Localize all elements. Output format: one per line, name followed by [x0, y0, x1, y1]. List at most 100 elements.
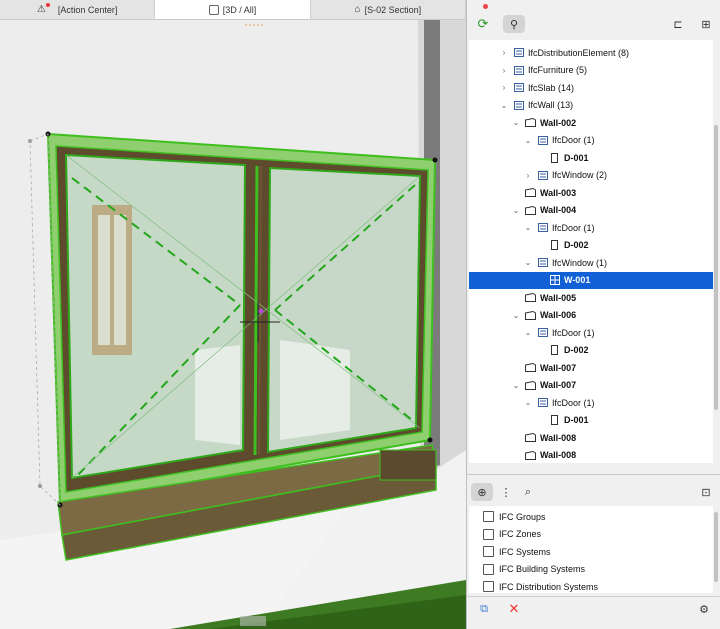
tree-row[interactable]: › IfcWindow (2): [469, 167, 713, 184]
disclosure-arrow-icon[interactable]: ›: [499, 66, 509, 75]
tree-row-label: Wall-007: [540, 380, 577, 390]
tree-row[interactable]: ⌄ Wall-007: [469, 377, 713, 394]
filter-view-button[interactable]: ⚲: [503, 15, 525, 33]
disclosure-arrow-icon[interactable]: ⌄: [511, 206, 521, 215]
tree-options-button[interactable]: ⊞: [695, 15, 717, 33]
close-dot[interactable]: [483, 4, 488, 9]
3d-scene[interactable]: [0, 20, 466, 629]
search-button[interactable]: ⌕: [517, 483, 539, 501]
tab-action-center[interactable]: ⚠ [Action Center]: [0, 0, 156, 19]
tree-row[interactable]: Wall-005: [469, 289, 713, 306]
view-tab-bar: ⚠ [Action Center] [3D / All] ⌂ [S-02 Sec…: [0, 0, 466, 20]
ifc-groups-list[interactable]: IFC Groups IFC Zones IFC Systems IFC Buildi…: [469, 506, 713, 593]
tree-row-label: Wall-008: [540, 432, 577, 443]
ifc-systems-icon: [483, 546, 494, 557]
3d-viewport[interactable]: [0, 20, 466, 629]
tree-row[interactable]: D-002: [469, 237, 713, 254]
hierarchy-view-button[interactable]: ⋮: [495, 483, 517, 501]
group-list-label: IFC Building Systems: [499, 564, 586, 574]
tab-3d-all[interactable]: [3D / All]: [155, 0, 311, 19]
tree-row-label: IfcDoor (1): [552, 327, 595, 338]
tree-row[interactable]: ⌄ Wall-006: [469, 307, 713, 324]
refresh-button[interactable]: ⟳: [472, 15, 494, 33]
tree-row-label: D-002: [564, 345, 589, 355]
tree-row[interactable]: ⌄ Wall-002: [469, 114, 713, 131]
group-list-label: IFC Distribution Systems: [499, 581, 599, 592]
tree-row[interactable]: ⌄ IfcDoor (1): [469, 394, 713, 411]
disclosure-arrow-icon[interactable]: ⌄: [523, 136, 533, 145]
tree-row[interactable]: ⌄ IfcDoor (1): [469, 324, 713, 341]
disclosure-arrow-icon[interactable]: ⌄: [523, 398, 533, 407]
tree-row[interactable]: › IfcFurniture (5): [469, 62, 713, 79]
group-list-item[interactable]: IFC Systems: [483, 543, 551, 560]
tab-section[interactable]: ⌂ [S-02 Section]: [311, 0, 466, 19]
tree-row[interactable]: W-001: [469, 271, 713, 289]
panel-divider[interactable]: [467, 474, 720, 475]
settings-button[interactable]: ⚙: [693, 600, 715, 618]
ifc-class-icon: [537, 258, 548, 267]
disclosure-arrow-icon[interactable]: ⌄: [523, 223, 533, 232]
disclosure-arrow-icon[interactable]: ⌄: [523, 328, 533, 337]
tree-row[interactable]: Wall-008: [469, 429, 713, 446]
navigator-toolbar: ⟳ ⚲ ⊏ ⊞: [467, 12, 720, 36]
tree-row[interactable]: ⌄ IfcWindow (1): [469, 254, 713, 271]
tree-row-label: IfcWall (13): [528, 100, 574, 110]
tree-row[interactable]: › IfcSlab (14): [469, 79, 713, 96]
ifc-tree[interactable]: › IfcDistributionElement (8) › IfcFurniture…: [469, 40, 713, 463]
tree-row[interactable]: ⌄ IfcWall (13): [469, 97, 713, 114]
notification-dot: [45, 2, 50, 7]
disclosure-arrow-icon[interactable]: ⌄: [499, 101, 509, 110]
search-icon: ⌕: [524, 485, 532, 498]
group-list-item[interactable]: IFC Groups: [483, 508, 546, 525]
wall-icon: [525, 293, 536, 302]
tree-row[interactable]: D-002: [469, 342, 713, 359]
tree-row[interactable]: Wall-008: [469, 447, 713, 464]
group-list-item[interactable]: IFC Zones: [483, 526, 541, 543]
tree-row[interactable]: Wall-007: [469, 359, 713, 376]
ifc-navigator-panel: ⟳ ⚲ ⊏ ⊞ › IfcDistributionElement (8) › IfcF…: [466, 0, 720, 629]
tree-row[interactable]: D-001: [469, 149, 713, 166]
tree-row-label: IfcWindow (2): [552, 170, 608, 180]
tree-row[interactable]: ⌄ IfcDoor (1): [469, 132, 713, 149]
wall-icon: [525, 118, 536, 127]
ifc-class-icon: [537, 328, 548, 337]
tree-row-label: IfcWindow (1): [552, 257, 608, 268]
tree-row[interactable]: Wall-003: [469, 184, 713, 201]
groups-options-button[interactable]: ⊡: [695, 483, 717, 501]
tree-row[interactable]: ⌄ IfcDoor (1): [469, 219, 713, 236]
disclosure-arrow-icon[interactable]: ⌄: [511, 381, 521, 390]
disclosure-arrow-icon[interactable]: ⌄: [523, 258, 533, 267]
cube-icon: [208, 4, 219, 15]
disclosure-arrow-icon[interactable]: ›: [499, 48, 509, 57]
tree-row-label: W-001: [564, 275, 591, 285]
disclosure-arrow-icon[interactable]: ›: [523, 171, 533, 180]
groups-scrollbar[interactable]: [714, 512, 718, 582]
ifc-class-icon: [537, 135, 548, 145]
groups-view-button[interactable]: ⊕: [471, 483, 493, 501]
tree-row-label: Wall-002: [540, 117, 577, 128]
tree-row[interactable]: ⌄ Wall-004: [469, 202, 713, 219]
group-list-item[interactable]: IFC Distribution Systems: [483, 578, 598, 593]
tree-row-label: Wall-004: [540, 205, 577, 215]
tree-row[interactable]: D-001: [469, 412, 713, 429]
groups-options-icon: ⊡: [701, 486, 711, 499]
disclosure-arrow-icon[interactable]: ⌄: [511, 311, 521, 320]
tree-row-label: D-002: [564, 240, 589, 250]
assign-button[interactable]: ⧉: [473, 600, 495, 618]
ifc-building-systems-icon: [483, 563, 494, 575]
tree-row[interactable]: › IfcDistributionElement (8): [469, 44, 713, 61]
disclosure-arrow-icon[interactable]: ›: [499, 83, 509, 92]
disclosure-arrow-icon[interactable]: ⌄: [511, 118, 521, 127]
door-icon: [549, 345, 560, 355]
tree-row-label: IfcFurniture (5): [528, 65, 588, 75]
tree-layout-button[interactable]: ⊏: [667, 15, 689, 33]
ifc-class-icon: [513, 65, 524, 75]
panel-bottom-bar: ⧉ ✕ ⚙: [467, 596, 720, 620]
tree-row-label: IfcDoor (1): [552, 397, 595, 408]
tree-scrollbar[interactable]: [714, 125, 718, 410]
tree-row-label: IfcDoor (1): [552, 222, 595, 233]
ifc-class-icon: [513, 100, 524, 110]
group-list-item[interactable]: IFC Building Systems: [483, 561, 585, 578]
delete-button[interactable]: ✕: [503, 600, 525, 618]
ifc-zones-icon: [483, 528, 494, 540]
